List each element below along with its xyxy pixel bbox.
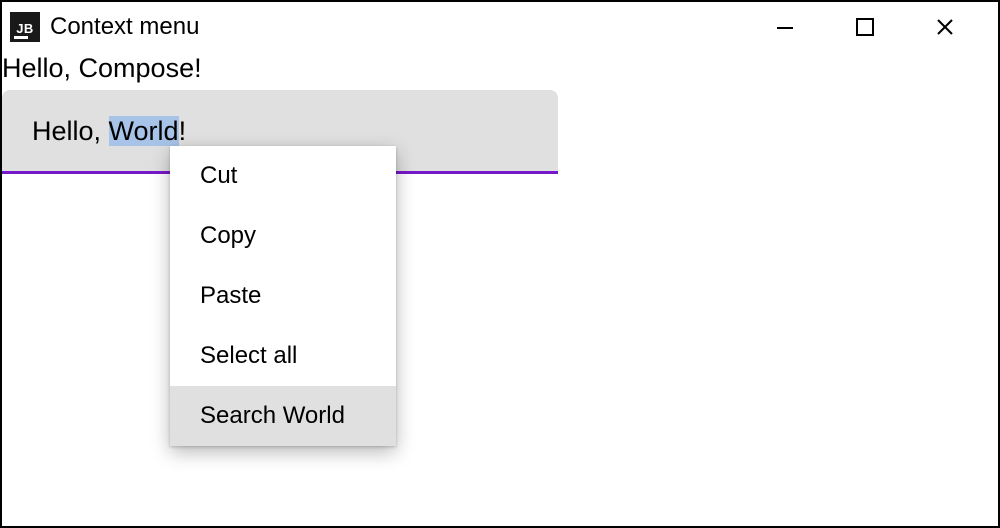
content-area: Hello, Compose! Hello, World!	[2, 52, 998, 174]
close-icon	[935, 17, 955, 37]
maximize-button[interactable]	[850, 12, 880, 42]
menu-item-select-all[interactable]: Select all	[170, 326, 396, 386]
greeting-label: Hello, Compose!	[2, 52, 998, 90]
minimize-button[interactable]	[770, 12, 800, 42]
maximize-icon	[856, 18, 874, 36]
text-selection: World	[109, 116, 179, 146]
menu-item-cut[interactable]: Cut	[170, 146, 396, 206]
close-button[interactable]	[930, 12, 960, 42]
window-titlebar: JB Context menu	[2, 2, 998, 52]
text-suffix: !	[179, 116, 187, 146]
menu-item-copy[interactable]: Copy	[170, 206, 396, 266]
context-menu: Cut Copy Paste Select all Search World	[170, 146, 396, 446]
jetbrains-icon: JB	[10, 12, 40, 42]
menu-item-paste[interactable]: Paste	[170, 266, 396, 326]
menu-item-search[interactable]: Search World	[170, 386, 396, 446]
minimize-icon	[775, 17, 795, 37]
window-controls	[770, 12, 998, 42]
window-title: Context menu	[50, 13, 199, 41]
text-prefix: Hello,	[32, 116, 109, 146]
